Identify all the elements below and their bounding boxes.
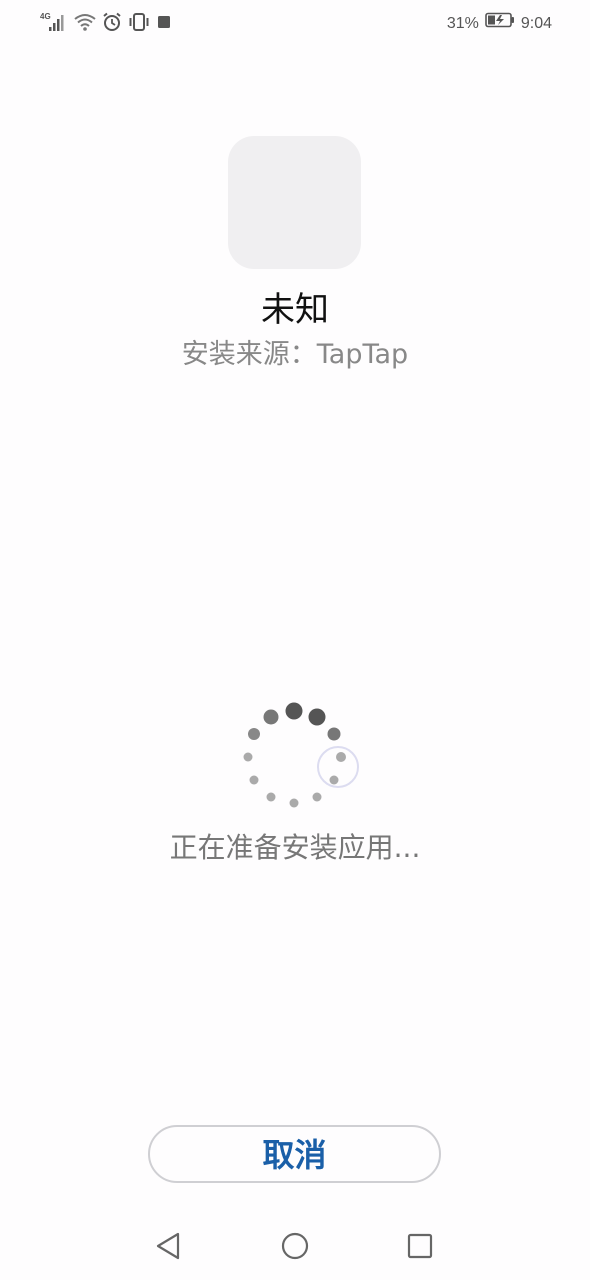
battery-charging-icon (485, 12, 515, 36)
svg-text:4G: 4G (40, 12, 51, 21)
spinner-dot (289, 798, 299, 808)
spinner-dot (308, 708, 326, 726)
spinner-dot (263, 709, 279, 725)
signal-icon: 4G (40, 11, 68, 37)
battery-percent: 31% (446, 15, 479, 32)
spinner-dot (266, 792, 276, 802)
spinner-dot (336, 752, 346, 762)
navigation-bar (0, 1210, 590, 1280)
clock-time: 9:04 (520, 15, 552, 32)
loading-spinner-icon (230, 695, 360, 825)
status-bar: 4G 31% 9:04 (0, 0, 590, 48)
spinner-dot (327, 727, 341, 741)
home-icon[interactable] (275, 1226, 315, 1266)
cancel-button[interactable]: 取消 (148, 1125, 441, 1183)
install-source: 安装来源：TapTap (181, 339, 409, 370)
wifi-icon (74, 12, 96, 36)
vibrate-icon (128, 12, 150, 36)
spinner-dot (329, 775, 339, 785)
spinner-dot (249, 775, 259, 785)
preparing-install-message: 正在准备安装应用... (169, 831, 421, 864)
spinner-dot (248, 728, 260, 740)
status-left: 4G (40, 12, 172, 36)
status-right: 31% 9:04 (447, 12, 552, 36)
notification-square-icon (156, 14, 172, 34)
recents-icon[interactable] (400, 1226, 440, 1266)
alarm-icon (102, 12, 122, 36)
spinner-dot (243, 752, 253, 762)
app-name: 未知 (261, 290, 329, 330)
spinner-dot (312, 792, 322, 802)
back-icon[interactable] (148, 1226, 188, 1266)
app-icon-placeholder (228, 136, 361, 269)
spinner-dot (285, 702, 303, 720)
